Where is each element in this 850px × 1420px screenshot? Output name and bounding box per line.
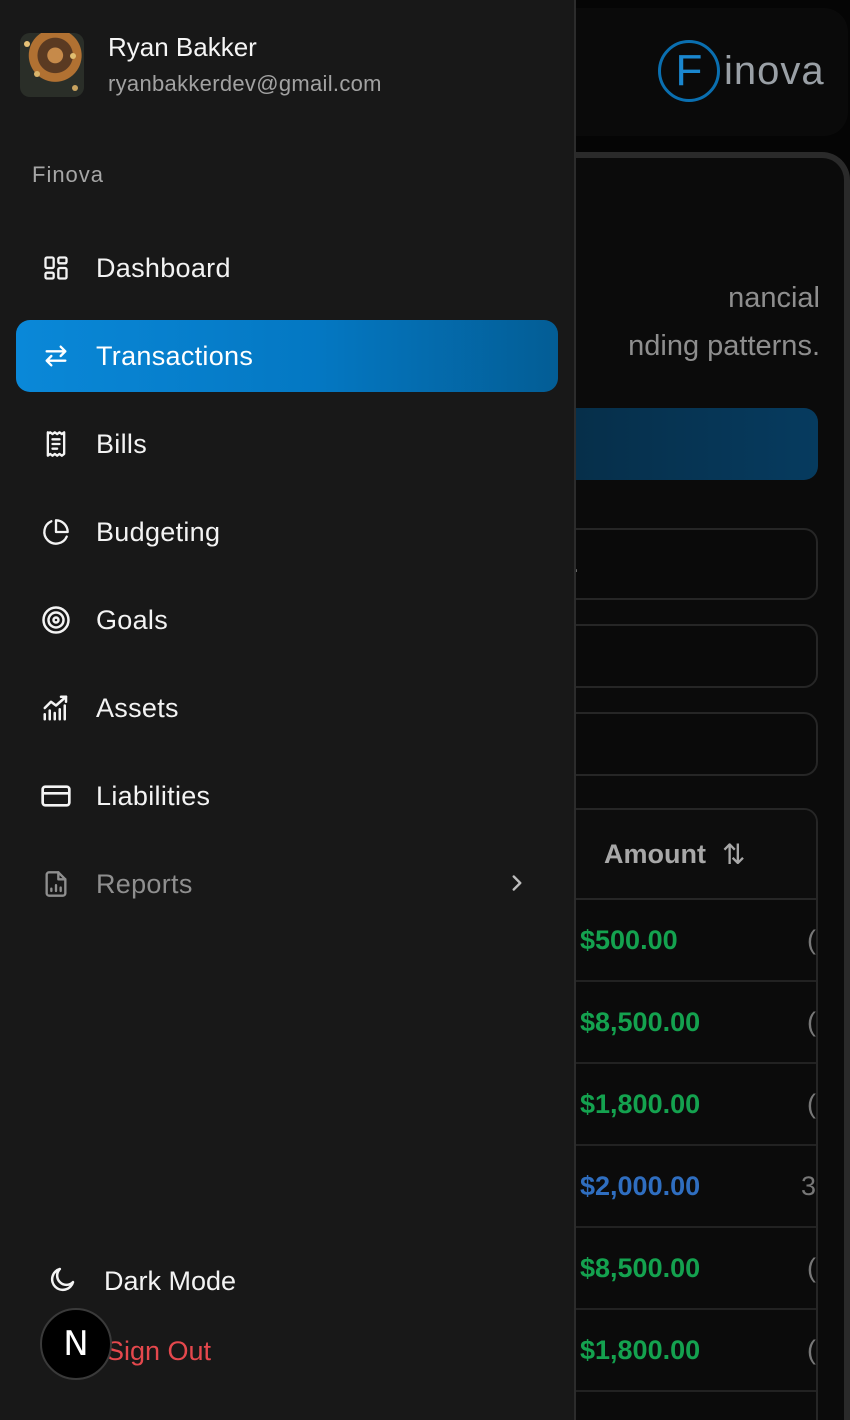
sidebar-item-transactions[interactable]: Transactions: [16, 320, 558, 392]
navigation-drawer: Ryan Bakker ryanbakkerdev@gmail.com Fino…: [0, 0, 576, 1420]
sidebar-item-label: Assets: [96, 692, 179, 723]
logo-mark: F: [658, 40, 720, 102]
dashboard-grid-icon: [40, 252, 72, 284]
sidebar-item-label: Goals: [96, 604, 169, 635]
sidebar-item-dashboard[interactable]: Dashboard: [16, 232, 558, 304]
truncated-cell: 3: [800, 1170, 816, 1201]
moon-icon: [48, 1264, 78, 1299]
truncated-cell: (: [807, 1252, 816, 1283]
sort-arrows-icon[interactable]: ⇅: [722, 838, 745, 871]
sidebar-item-assets[interactable]: Assets: [16, 672, 558, 744]
section-label: Finova: [32, 162, 105, 187]
sidebar-item-label: Dashboard: [96, 252, 231, 283]
truncated-cell: (: [807, 924, 816, 955]
amount-cell: $8,500.00: [580, 1252, 701, 1283]
sidebar-item-label: Liabilities: [96, 780, 211, 811]
sidebar-item-label: Reports: [96, 868, 193, 899]
finova-logo[interactable]: F inova: [658, 36, 825, 106]
sidebar-nav: Dashboard Transactions Bills Budgeting G…: [16, 232, 558, 936]
user-email: ryanbakkerdev@gmail.com: [108, 71, 382, 96]
amount-cell: $2,000.00: [580, 1170, 701, 1201]
sidebar-item-bills[interactable]: Bills: [16, 408, 558, 480]
dark-mode-toggle[interactable]: Dark Mode: [48, 1264, 236, 1299]
avatar: [20, 33, 84, 97]
truncated-cell: (: [807, 1088, 816, 1119]
dark-mode-label: Dark Mode: [104, 1266, 237, 1296]
sidebar-item-label: Budgeting: [96, 516, 221, 547]
sidebar-item-label: Bills: [96, 428, 148, 459]
truncated-cell: (: [807, 1334, 816, 1365]
amount-cell: $500.00: [580, 924, 678, 955]
logo-wordmark: inova: [724, 48, 825, 93]
amount-cell: $8,500.00: [580, 1006, 701, 1037]
sign-out-label: Sign Out: [106, 1336, 212, 1366]
user-profile[interactable]: Ryan Bakker ryanbakkerdev@gmail.com: [20, 30, 382, 100]
pie-chart-icon: [40, 516, 72, 548]
sidebar-item-liabilities[interactable]: Liabilities: [16, 760, 558, 832]
amount-cell: $1,800.00: [580, 1334, 701, 1365]
truncated-cell: (: [807, 1006, 816, 1037]
user-name: Ryan Bakker: [108, 32, 257, 62]
sidebar-item-reports[interactable]: Reports: [16, 848, 558, 920]
chevron-right-icon[interactable]: [504, 870, 530, 901]
target-icon: [40, 604, 72, 636]
sidebar-item-label: Transactions: [96, 340, 254, 371]
chart-bars-trend-icon: [40, 692, 72, 724]
file-chart-icon: [40, 868, 72, 900]
receipt-icon: [40, 428, 72, 460]
sidebar-item-goals[interactable]: Goals: [16, 584, 558, 656]
amount-cell: $1,800.00: [580, 1088, 701, 1119]
nextjs-badge[interactable]: N: [40, 1308, 112, 1380]
arrows-left-right-icon: [40, 340, 72, 372]
credit-card-icon: [40, 780, 72, 812]
sidebar-item-budgeting[interactable]: Budgeting: [16, 496, 558, 568]
